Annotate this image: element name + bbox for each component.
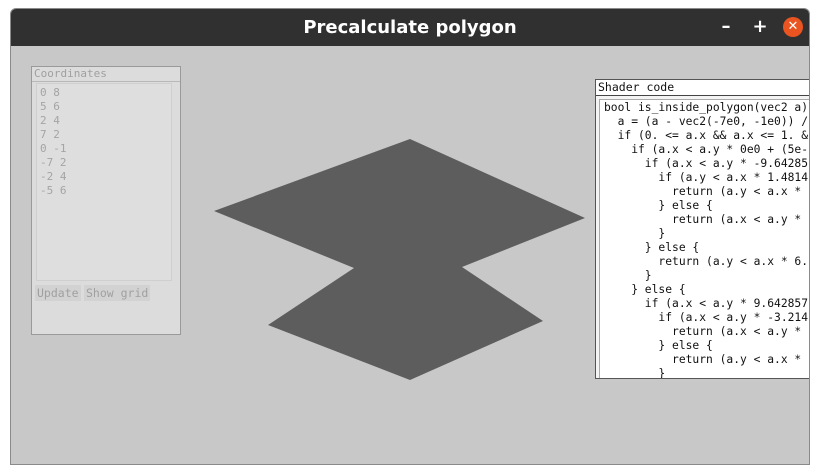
shader-code-panel: Shader code bool is_inside_polygon(vec2 … bbox=[595, 79, 810, 379]
coordinate-line: 2 4 bbox=[40, 114, 60, 127]
code-line: } else { bbox=[604, 283, 686, 296]
coordinate-line: -7 2 bbox=[40, 156, 67, 169]
app-window: Precalculate polygon – + ✕ Coordinates 0… bbox=[10, 8, 810, 465]
code-line: } bbox=[604, 269, 652, 282]
code-line: if (a.x < a.y * -3.214 bbox=[604, 311, 809, 324]
coordinate-line: -5 6 bbox=[40, 184, 67, 197]
code-line: bool is_inside_polygon(vec2 a) { bbox=[604, 101, 810, 114]
shader-code-textarea[interactable]: bool is_inside_polygon(vec2 a) { a = (a … bbox=[599, 99, 810, 378]
coordinate-line: -2 4 bbox=[40, 170, 67, 183]
code-line: return (a.x < a.y * bbox=[604, 325, 809, 338]
coordinates-textarea[interactable]: 0 8 5 6 2 4 7 2 0 -1 -7 2 -2 4 -5 6 bbox=[36, 83, 172, 281]
shader-panel-title: Shader code bbox=[596, 80, 809, 96]
code-line: return (a.y < a.x * bbox=[604, 353, 809, 366]
coordinate-line: 7 2 bbox=[40, 128, 60, 141]
code-line: return (a.y < a.x * 6. bbox=[604, 255, 809, 268]
update-button[interactable]: Update bbox=[35, 285, 81, 301]
code-line: return (a.x < a.y * bbox=[604, 213, 809, 226]
code-line: } else { bbox=[604, 241, 700, 254]
code-line: if (a.x < a.y * 0e0 + (5e- bbox=[604, 143, 809, 156]
code-line: a = (a - vec2(-7e0, -1e0)) / bbox=[604, 115, 809, 128]
code-line: } else { bbox=[604, 199, 713, 212]
coordinate-line: 5 6 bbox=[40, 100, 60, 113]
show-grid-button[interactable]: Show grid bbox=[84, 285, 151, 301]
coordinate-line: 0 8 bbox=[40, 86, 60, 99]
code-line: if (a.x < a.y * 9.642857 bbox=[604, 297, 809, 310]
code-line: } bbox=[604, 227, 666, 240]
coordinates-panel: Coordinates 0 8 5 6 2 4 7 2 0 -1 -7 2 -2… bbox=[31, 66, 181, 335]
code-line: if (a.y < a.x * 1.4814 bbox=[604, 171, 809, 184]
code-line: } else { bbox=[604, 339, 713, 352]
code-line: if (a.x < a.y * -9.64285 bbox=[604, 157, 809, 170]
code-line: } bbox=[604, 367, 666, 378]
polygon-shape bbox=[214, 139, 585, 380]
code-line: if (0. <= a.x && a.x <= 1. & bbox=[604, 129, 809, 142]
code-line: return (a.y < a.x * bbox=[604, 185, 809, 198]
coordinate-line: 0 -1 bbox=[40, 142, 67, 155]
coordinates-panel-title: Coordinates bbox=[32, 67, 180, 82]
